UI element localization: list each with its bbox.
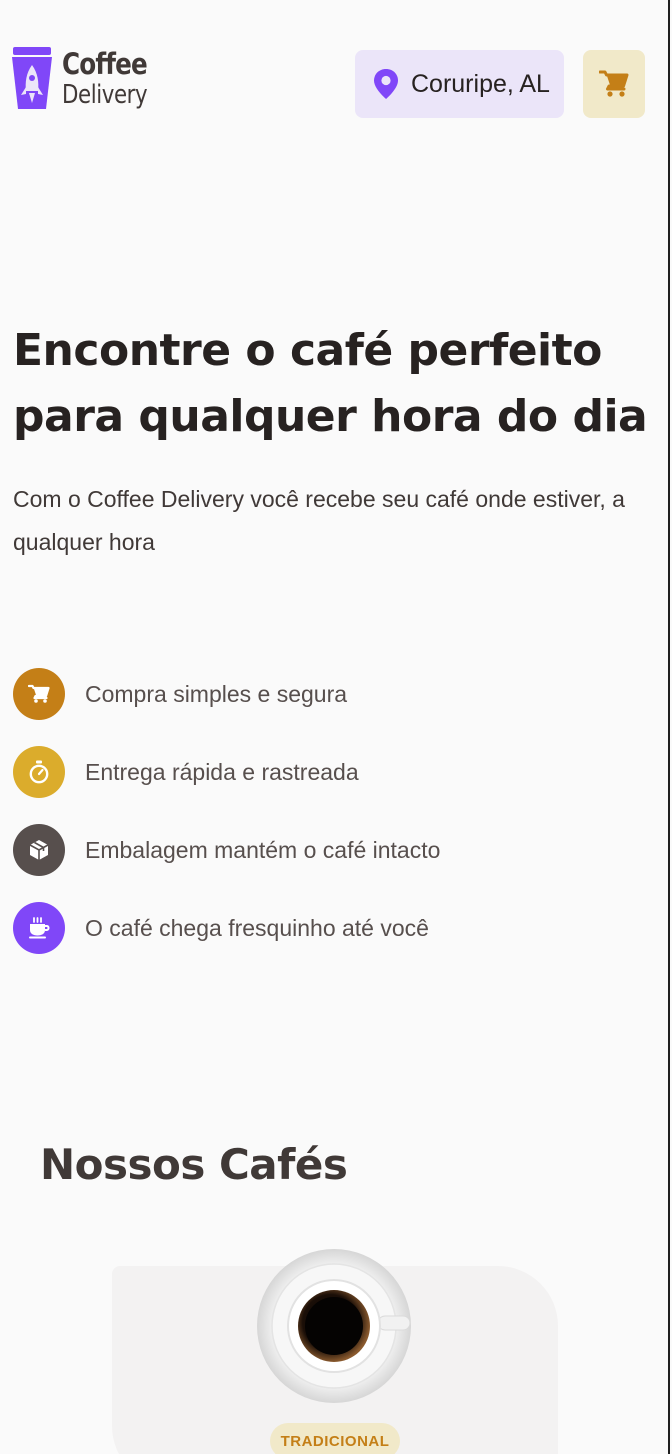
package-icon [13, 824, 65, 876]
benefit-item: Entrega rápida e rastreada [13, 746, 653, 798]
espresso-cup-image [257, 1249, 411, 1403]
location-label: Coruripe, AL [411, 69, 550, 98]
coffee-cup-icon [13, 902, 65, 954]
hero-subtitle: Com o Coffee Delivery você recebe seu ca… [13, 486, 625, 555]
logo-line-1: Coffee [62, 47, 148, 81]
benefit-item: Embalagem mantém o café intacto [13, 824, 653, 876]
map-pin-icon [374, 69, 398, 99]
benefit-label: Compra simples e segura [85, 680, 348, 707]
section-title: Nossos Cafés [40, 1140, 348, 1189]
benefit-item: Compra simples e segura [13, 668, 653, 720]
logo[interactable]: Coffee Delivery [12, 47, 162, 117]
shopping-cart-icon [13, 668, 65, 720]
category-tag: TRADICIONAL [270, 1423, 400, 1454]
location-button[interactable]: Coruripe, AL [355, 50, 564, 118]
header: Coffee Delivery Coruripe, AL [0, 0, 668, 140]
benefit-item: O café chega fresquinho até você [13, 902, 653, 954]
hero-title: Encontre o café perfeito para qualquer h… [13, 325, 648, 442]
cart-button[interactable] [583, 50, 645, 118]
logo-line-2: Delivery [62, 80, 148, 110]
benefit-label: O café chega fresquinho até você [85, 914, 429, 941]
benefit-label: Entrega rápida e rastreada [85, 758, 359, 785]
page: Coffee Delivery Coruripe, AL Encontre o … [0, 0, 670, 1454]
timer-icon [13, 746, 65, 798]
benefit-label: Embalagem mantém o café intacto [85, 836, 441, 863]
rocket-cup-icon [12, 47, 52, 109]
shopping-cart-icon [599, 70, 629, 97]
benefits-list: Compra simples e segura Entrega rápida e… [13, 668, 653, 980]
logo-text: Coffee Delivery [62, 47, 166, 110]
